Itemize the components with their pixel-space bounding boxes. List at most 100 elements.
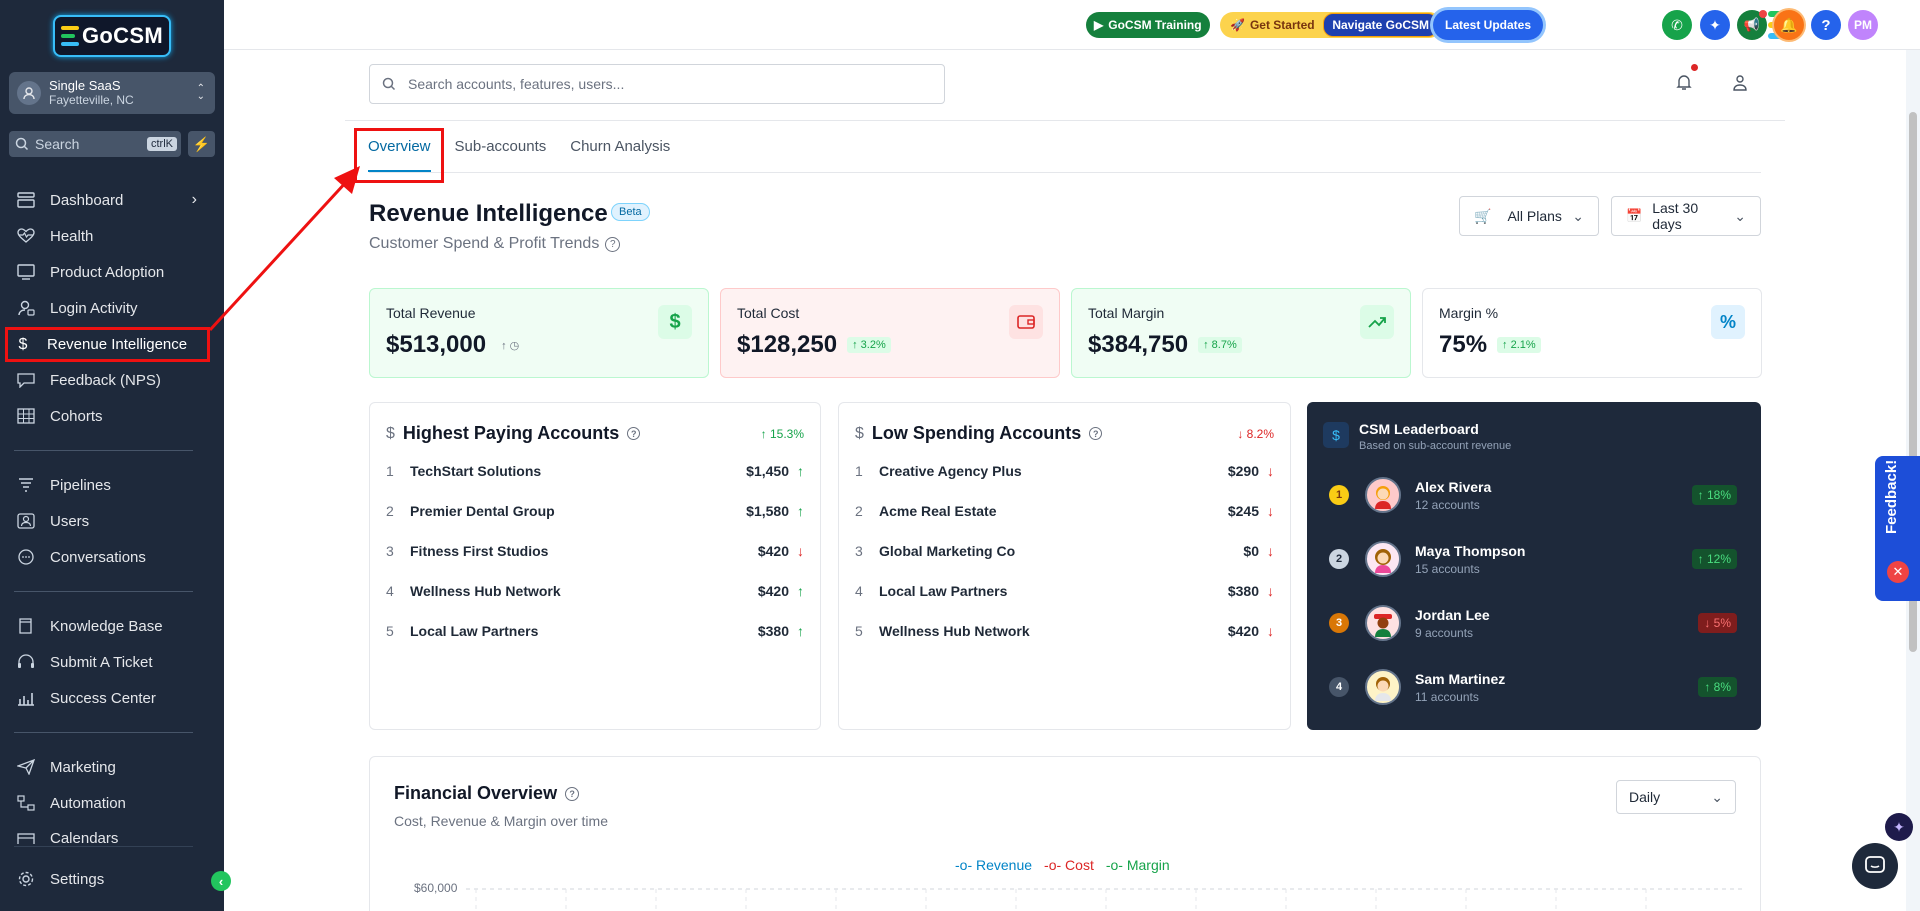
brand-logo[interactable]: GoCSM: [53, 15, 171, 57]
arrow-down-icon: ↓: [1267, 503, 1274, 519]
stat-change: ↑ 2.1%: [1497, 337, 1541, 353]
list-item[interactable]: 5 Wellness Hub Network $420 ↓: [855, 621, 1274, 641]
sidebar-divider: [14, 591, 193, 592]
ai-sparkle-button[interactable]: ✦: [1885, 813, 1913, 841]
sidebar-item-login-activity[interactable]: Login Activity: [8, 293, 207, 323]
stat-card-margin-percent: Margin % 75% ↑ 2.1% %: [1422, 288, 1762, 378]
user-avatar[interactable]: PM: [1848, 10, 1878, 40]
sidebar-item-calendars[interactable]: Calendars: [8, 824, 207, 844]
legend-margin[interactable]: -o- Margin: [1106, 857, 1170, 873]
profile-button[interactable]: [1732, 74, 1748, 97]
dashboard-icon: [15, 190, 37, 210]
monitor-icon: [15, 262, 37, 282]
sidebar-item-product-adoption[interactable]: Product Adoption: [8, 257, 207, 287]
trending-up-icon: [1360, 305, 1394, 339]
location-name: Single SaaS: [49, 78, 121, 93]
sidebar-item-cohorts[interactable]: Cohorts: [8, 401, 207, 431]
user-icon: [15, 511, 37, 531]
notifications-button[interactable]: [1676, 64, 1698, 93]
tab-sub-accounts[interactable]: Sub-accounts: [443, 128, 559, 172]
sidebar-item-label: Automation: [50, 794, 126, 812]
help-circle-icon[interactable]: ?: [565, 786, 580, 801]
list-item[interactable]: 5 Local Law Partners $380 ↑: [386, 621, 804, 641]
search-icon: [15, 137, 29, 151]
list-item[interactable]: 3 Fitness First Studios $420 ↓: [386, 541, 804, 561]
granularity-select[interactable]: Daily ⌄: [1616, 780, 1736, 814]
sidebar-item-settings[interactable]: Settings: [8, 864, 207, 894]
list-item[interactable]: 2 Acme Real Estate $245 ↓: [855, 501, 1274, 521]
sidebar-item-automation[interactable]: Automation: [8, 788, 207, 818]
card-title: Financial Overview ?: [394, 783, 580, 804]
leaderboard-row[interactable]: 4 Sam Martinez 11 accounts ↑ 8%: [1329, 667, 1737, 707]
legend-revenue[interactable]: -o- Revenue: [955, 857, 1032, 873]
get-started-bar[interactable]: 🚀 Get Started Navigate GoCSM: [1220, 12, 1442, 38]
location-city: Fayetteville, NC: [49, 93, 134, 107]
sidebar-item-users[interactable]: Users: [8, 506, 207, 536]
global-search-input[interactable]: Search accounts, features, users...: [369, 64, 945, 104]
stat-value: $128,250: [737, 331, 838, 358]
chevron-down-icon: ⌄: [1711, 788, 1723, 805]
list-item[interactable]: 1 Creative Agency Plus $290 ↓: [855, 461, 1274, 481]
sidebar-item-success-center[interactable]: Success Center: [8, 683, 207, 713]
list-item[interactable]: 3 Global Marketing Co $0 ↓: [855, 541, 1274, 561]
user-icon: [1733, 75, 1747, 91]
phone-button[interactable]: ✆: [1662, 10, 1692, 40]
announcements-button[interactable]: 📢: [1737, 10, 1767, 40]
leaderboard-row[interactable]: 1 Alex Rivera 12 accounts ↑ 18%: [1329, 475, 1737, 515]
help-circle-icon[interactable]: ?: [627, 427, 641, 440]
arrow-up-icon: ↑: [797, 583, 804, 599]
latest-updates-button[interactable]: Latest Updates: [1433, 10, 1544, 40]
sidebar-item-conversations[interactable]: Conversations: [8, 542, 207, 572]
csm-change: ↑ 8%: [1698, 677, 1737, 697]
list-item[interactable]: 1 TechStart Solutions $1,450 ↑: [386, 461, 804, 481]
low-spending-card: $ Low Spending Accounts ? ↓ 8.2% 1 Creati…: [838, 402, 1291, 730]
navigate-button[interactable]: Navigate GoCSM: [1323, 13, 1438, 37]
chat-launcher[interactable]: [1852, 843, 1898, 889]
list-item[interactable]: 4 Wellness Hub Network $420 ↑: [386, 581, 804, 601]
date-range-filter[interactable]: 📅 Last 30 days ⌄: [1611, 196, 1761, 236]
arrow-up-icon: ↑: [797, 623, 804, 639]
page-subtitle: Customer Spend & Profit Trends ?: [369, 235, 621, 253]
ai-assist-button[interactable]: ✦: [1700, 10, 1730, 40]
sidebar-item-revenue-intelligence[interactable]: $ Revenue Intelligence: [5, 327, 210, 362]
close-icon[interactable]: ✕: [1887, 561, 1909, 583]
sidebar-item-label: Users: [50, 512, 90, 530]
sidebar-item-label: Submit A Ticket: [50, 653, 153, 671]
leaderboard-row[interactable]: 2 Maya Thompson 15 accounts ↑ 12%: [1329, 539, 1737, 579]
sidebar-collapse-button[interactable]: ‹: [211, 871, 231, 891]
user-login-icon: [15, 298, 37, 318]
csm-leaderboard: $ CSM Leaderboard Based on sub-account r…: [1307, 402, 1761, 730]
leaderboard-row[interactable]: 3 Jordan Lee 9 accounts ↓ 5%: [1329, 603, 1737, 643]
shortcut-badge: ctrlK: [147, 137, 177, 151]
location-switcher[interactable]: Single SaaS Fayetteville, NC ⌃ ⌄: [9, 72, 215, 114]
plans-filter-value: All Plans: [1507, 208, 1562, 224]
list-item[interactable]: 4 Local Law Partners $380 ↓: [855, 581, 1274, 601]
chart-gridlines: [466, 888, 1746, 911]
training-button[interactable]: ▶ GoCSM Training: [1086, 12, 1210, 38]
help-circle-icon[interactable]: ?: [1089, 427, 1103, 440]
alerts-button[interactable]: 🔔: [1774, 10, 1804, 40]
list-item[interactable]: 2 Premier Dental Group $1,580 ↑: [386, 501, 804, 521]
financial-overview-card: Financial Overview ? Cost, Revenue & Mar…: [369, 756, 1761, 911]
legend-cost[interactable]: -o- Cost: [1044, 857, 1094, 873]
tab-churn-analysis[interactable]: Churn Analysis: [558, 128, 682, 172]
play-icon: ▶: [1094, 18, 1104, 32]
sidebar-item-health[interactable]: Health: [8, 221, 207, 251]
sidebar-item-dashboard[interactable]: Dashboard ›: [8, 185, 207, 215]
sidebar-item-knowledge-base[interactable]: Knowledge Base: [8, 611, 207, 641]
sidebar-item-submit-ticket[interactable]: Submit A Ticket: [8, 647, 207, 677]
help-button[interactable]: ?: [1811, 10, 1841, 40]
plans-filter[interactable]: 🛒 All Plans ⌄: [1459, 196, 1599, 236]
sidebar-item-label: Revenue Intelligence: [47, 336, 188, 353]
send-icon: [15, 757, 37, 777]
page-title: Revenue Intelligence: [369, 200, 608, 227]
stat-card-margin: Total Margin $384,750 ↑ 8.7%: [1071, 288, 1411, 378]
sidebar-item-marketing[interactable]: Marketing: [8, 752, 207, 782]
sidebar-item-feedback[interactable]: Feedback (NPS): [8, 365, 207, 395]
sidebar-item-pipelines[interactable]: Pipelines: [8, 470, 207, 500]
sidebar-divider: [14, 846, 193, 847]
chevron-right-icon: ›: [191, 191, 197, 208]
help-circle-icon[interactable]: ?: [605, 236, 621, 252]
sidebar-search[interactable]: Search ctrlK: [9, 131, 181, 157]
feedback-tab[interactable]: Feedback! ✕: [1875, 456, 1920, 601]
